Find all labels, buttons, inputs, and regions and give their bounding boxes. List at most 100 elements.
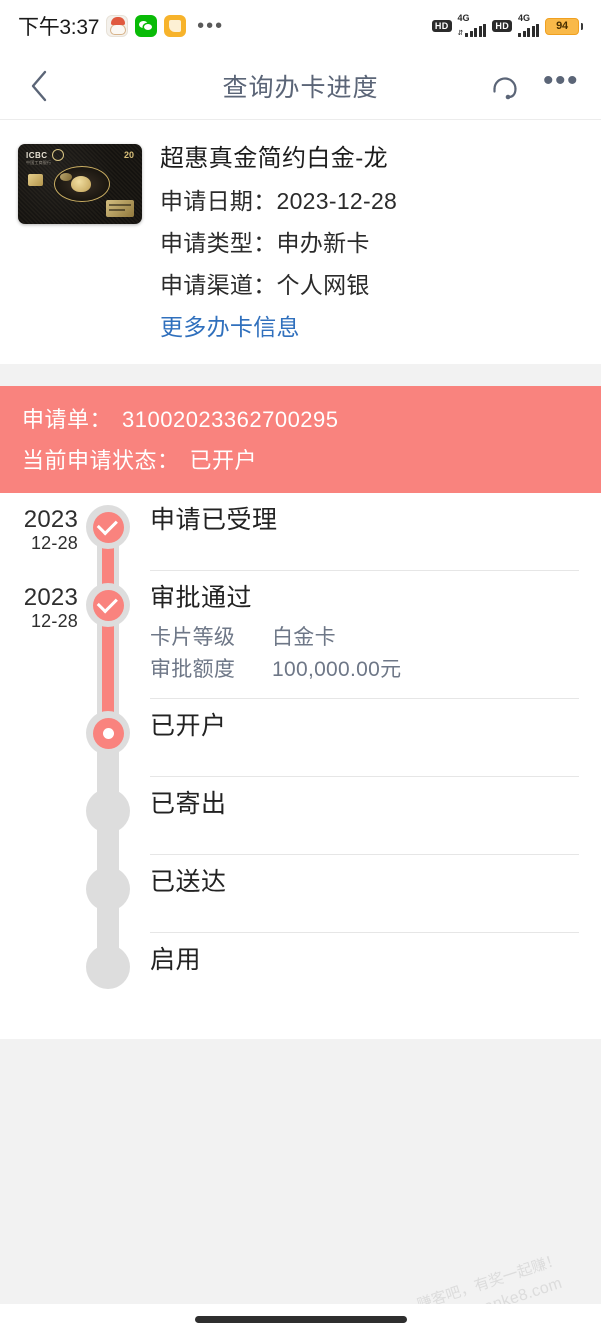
timeline-rail bbox=[78, 777, 138, 856]
card-apply-date-row: 申请日期：2023-12-28 bbox=[160, 182, 585, 216]
timeline-step-date bbox=[0, 699, 78, 777]
battery-icon: 94 bbox=[545, 17, 583, 35]
signal-bars-icon-1 bbox=[465, 24, 487, 37]
card-info-panel: ICBC 中国工商银行 20 超惠真金简约白金-龙 申请日期：2023-12-2… bbox=[0, 120, 601, 364]
card-thumbnail-container: ICBC 中国工商银行 20 bbox=[0, 138, 160, 224]
card-anniversary-text: 20 bbox=[123, 150, 134, 160]
timeline-step-date bbox=[0, 777, 78, 855]
timeline-step-date bbox=[0, 933, 78, 1011]
status-time: 下午3:37 bbox=[18, 16, 100, 39]
timeline-node-pending-icon bbox=[86, 867, 130, 912]
card-product-name: 超惠真金简约白金-龙 bbox=[160, 145, 388, 172]
card-apply-type-row: 申请类型：申办新卡 bbox=[160, 224, 585, 258]
application-number-label: 申请单： bbox=[22, 407, 113, 432]
timeline-node-current-icon bbox=[86, 711, 130, 756]
card-gold-badge-icon bbox=[106, 200, 134, 217]
hd-badge-icon-2: HD bbox=[492, 20, 512, 32]
timeline-node-pending-icon bbox=[86, 945, 130, 990]
timeline-step-label: 已寄出 bbox=[150, 790, 227, 819]
signal-bars-icon-2 bbox=[518, 24, 539, 37]
timeline-step-label: 启用 bbox=[150, 946, 202, 975]
navigation-bar: 查询办卡进度 ••• bbox=[0, 52, 601, 120]
section-divider-gap bbox=[0, 364, 601, 386]
timeline-step-monthday: 12-28 bbox=[30, 611, 78, 632]
timeline-step-monthday: 12-28 bbox=[30, 533, 78, 554]
timeline-step-label: 已开户 bbox=[150, 712, 227, 741]
timeline-node-inner bbox=[92, 511, 124, 543]
headset-icon bbox=[493, 76, 517, 99]
battery-level-text: 94 bbox=[545, 17, 579, 35]
card-bank-logo-mark bbox=[52, 149, 64, 161]
timeline-step-details: 卡片等级 白金卡 审批额度 100,000.00元 bbox=[150, 622, 579, 685]
card-apply-channel-label: 申请渠道： bbox=[160, 272, 277, 298]
timeline-step-label: 审批通过 bbox=[150, 584, 253, 612]
card-apply-type-label: 申请类型： bbox=[160, 230, 277, 256]
card-details: 超惠真金简约白金-龙 申请日期：2023-12-28 申请类型：申办新卡 申请渠… bbox=[160, 138, 601, 342]
battery-cap bbox=[580, 22, 583, 30]
application-status-banner: 申请单： 31002023362700295 当前申请状态： 已开户 bbox=[0, 386, 601, 493]
timeline-step-year: 2023 bbox=[23, 584, 78, 611]
card-dragon-emblem-icon bbox=[54, 166, 110, 202]
check-icon bbox=[96, 514, 118, 536]
timeline-rail bbox=[78, 571, 138, 700]
timeline-node-completed-icon bbox=[86, 583, 130, 627]
network-type-label-2: 4G bbox=[518, 13, 531, 23]
timeline-step-body: 已送达 bbox=[138, 855, 601, 934]
navigation-actions: ••• bbox=[487, 63, 580, 104]
application-status-label: 当前申请状态： bbox=[22, 448, 180, 473]
timeline-step: 启用 bbox=[0, 933, 601, 1011]
application-status-row: 当前申请状态： 已开户 bbox=[22, 443, 579, 475]
signal-group-1: 4G ⇵ bbox=[457, 13, 487, 37]
wechat-icon bbox=[135, 15, 158, 37]
more-dots-icon: ••• bbox=[543, 63, 580, 97]
timeline-step-body: 申请已受理 bbox=[138, 493, 601, 571]
timeline-rail bbox=[78, 855, 138, 934]
card-level-label: 卡片等级 bbox=[150, 626, 236, 650]
timeline-step: 2023 12-28 申请已受理 bbox=[0, 493, 601, 571]
timeline-step: 已送达 bbox=[0, 855, 601, 934]
timeline-step-date: 2023 12-28 bbox=[0, 493, 78, 571]
status-bar-left: 下午3:37 ••• bbox=[18, 11, 224, 41]
timeline-step-label: 已送达 bbox=[150, 868, 227, 897]
timeline-node-completed-icon bbox=[86, 505, 130, 549]
card-apply-channel-row: 申请渠道：个人网银 bbox=[160, 266, 585, 300]
network-type-label-1: 4G bbox=[457, 13, 470, 23]
phone-screen: 下午3:37 ••• HD 4G ⇵ HD 4G 94 查询办卡进度 ••• I… bbox=[0, 0, 601, 1334]
timeline-step-body: 启用 bbox=[138, 933, 601, 1011]
hd-badge-icon-1: HD bbox=[431, 20, 452, 32]
timeline-step: 2023 12-28 审批通过 卡片等级 白金卡 审批额度 100,000.00… bbox=[0, 571, 601, 700]
more-card-info-link[interactable]: 更多办卡信息 bbox=[160, 308, 585, 342]
card-bank-logo-subtext: 中国工商银行 bbox=[26, 160, 52, 165]
home-indicator[interactable] bbox=[194, 1315, 407, 1323]
status-overflow-icon: ••• bbox=[197, 15, 225, 37]
card-apply-date-value: 2023-12-28 bbox=[276, 188, 398, 214]
back-button[interactable] bbox=[22, 69, 56, 103]
timeline-rail bbox=[78, 493, 138, 571]
customer-service-button[interactable] bbox=[487, 68, 523, 104]
application-number-value: 31002023362700295 bbox=[122, 407, 339, 432]
timeline-step-label: 申请已受理 bbox=[150, 506, 278, 534]
more-options-button[interactable]: ••• bbox=[543, 63, 580, 104]
status-bar: 下午3:37 ••• HD 4G ⇵ HD 4G 94 bbox=[0, 0, 601, 52]
application-status-value: 已开户 bbox=[189, 448, 258, 473]
card-apply-type-value: 申办新卡 bbox=[276, 230, 370, 256]
timeline-rail bbox=[78, 699, 138, 778]
timeline-step-date bbox=[0, 855, 78, 933]
status-bar-right: HD 4G ⇵ HD 4G 94 bbox=[431, 13, 583, 37]
page-background-filler: 赚客吧，有奖一起赚！ www.zuanke8.com bbox=[0, 1039, 601, 1334]
timeline-rail bbox=[78, 933, 138, 1011]
timeline-detail-row: 审批额度 100,000.00元 bbox=[150, 654, 579, 686]
application-number-row: 申请单： 31002023362700295 bbox=[22, 402, 579, 434]
sheep-app-icon bbox=[106, 15, 129, 37]
data-transfer-icon: ⇵ bbox=[457, 30, 464, 37]
home-indicator-bar[interactable] bbox=[0, 1304, 601, 1334]
timeline-step-body: 已寄出 bbox=[138, 777, 601, 856]
timeline-detail-row: 卡片等级 白金卡 bbox=[150, 622, 579, 654]
signal-group-2: 4G bbox=[518, 13, 539, 37]
card-apply-date-label: 申请日期： bbox=[160, 188, 277, 214]
timeline-node-pending-icon bbox=[86, 789, 130, 834]
timeline-step-date: 2023 12-28 bbox=[0, 571, 78, 699]
timeline-step: 已寄出 bbox=[0, 777, 601, 856]
approved-limit-value: 100,000.00元 bbox=[272, 657, 402, 681]
timeline-node-inner bbox=[92, 589, 124, 621]
